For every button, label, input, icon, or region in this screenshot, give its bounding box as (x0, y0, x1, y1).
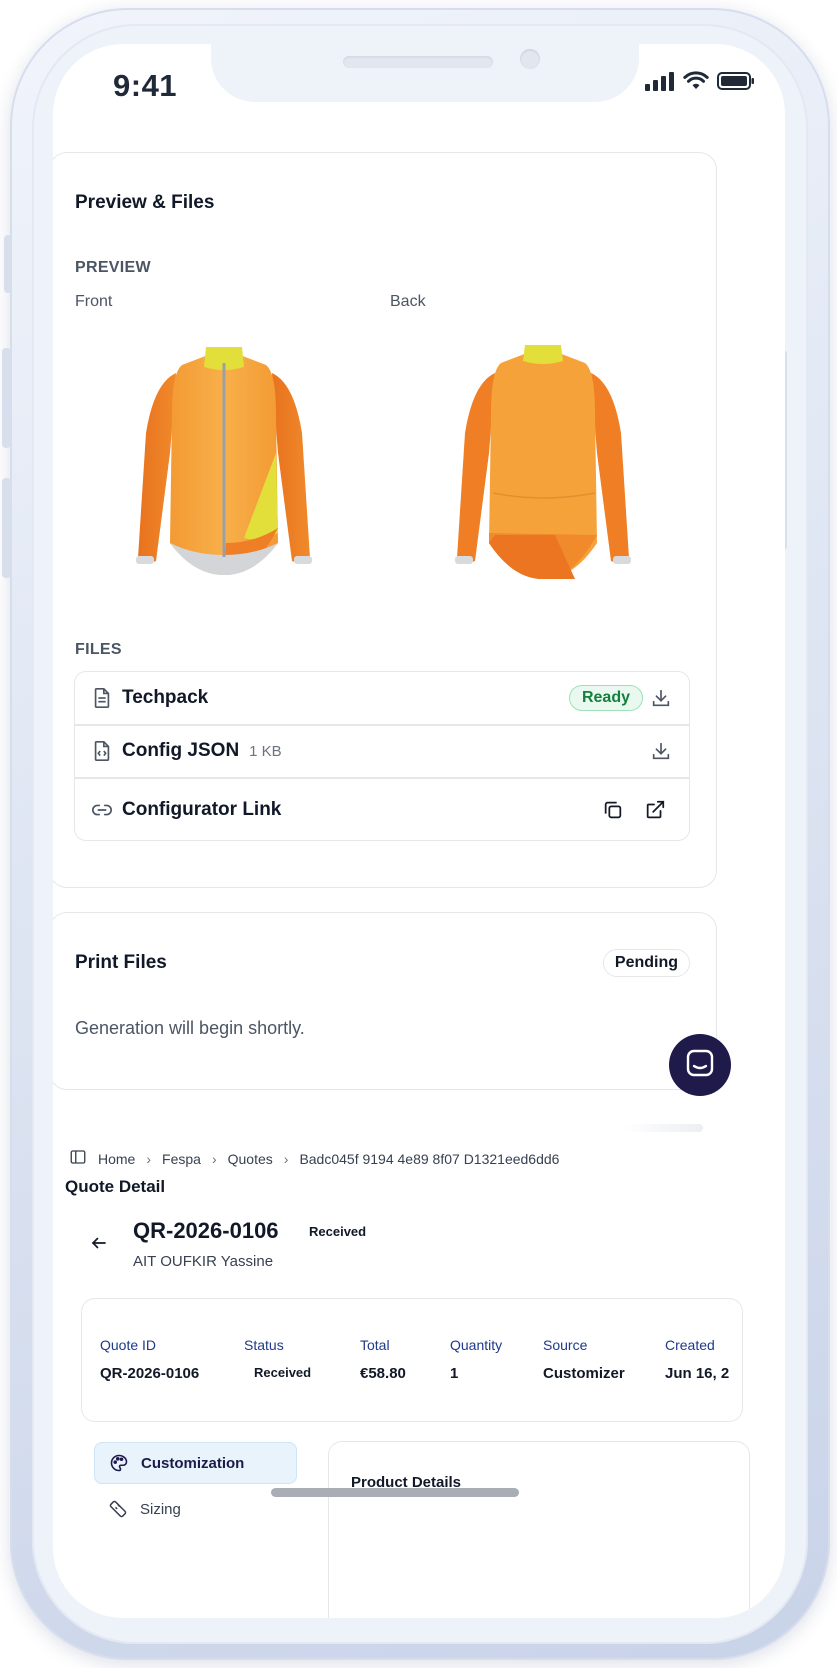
quote-summary-card: Quote ID QR-2026-0106 Status Received To… (81, 1298, 743, 1422)
summary-value: Customizer (543, 1365, 625, 1382)
summary-value: €58.80 (360, 1365, 406, 1382)
summary-value: Jun 16, 2 (665, 1365, 730, 1382)
file-row-techpack[interactable]: Techpack Ready (75, 672, 689, 724)
back-label: Back (390, 293, 426, 310)
customer-name: AIT OUFKIR Yassine (133, 1253, 274, 1270)
phone-volume-up (2, 348, 11, 448)
file-name-config-json-label: Config JSON (122, 740, 240, 761)
sidebar-toggle-icon[interactable] (69, 1148, 87, 1169)
breadcrumb-home[interactable]: Home (98, 1151, 135, 1167)
chevron-right-icon: › (211, 1150, 217, 1167)
status-time: 9:41 (113, 68, 178, 103)
breadcrumb: Home › Fespa › Quotes › Badc045f 9194 4e… (69, 1148, 559, 1169)
notch (211, 44, 639, 102)
battery-icon (717, 71, 755, 96)
chevron-right-icon: › (146, 1150, 152, 1167)
front-camera (520, 49, 540, 69)
summary-source: Source Customizer (543, 1337, 625, 1382)
print-files-message: Generation will begin shortly. (75, 1018, 305, 1038)
chat-button[interactable] (669, 1034, 731, 1096)
external-link-icon[interactable] (643, 798, 667, 822)
page-title: Quote Detail (65, 1177, 166, 1196)
summary-label: Quote ID (100, 1337, 157, 1353)
phone-screen: 9:41 Preview & Files PREVIEW Front Back (53, 44, 785, 1618)
status-icons (645, 71, 755, 96)
print-files-card: Print Files Pending Generation will begi… (53, 912, 717, 1090)
code-file-icon (91, 740, 113, 762)
quote-status-badge: Received (309, 1224, 367, 1239)
tab-label: Sizing (140, 1500, 181, 1518)
scroll-fade (623, 1124, 703, 1132)
file-row-configurator-link[interactable]: Configurator Link (75, 782, 689, 838)
preview-files-card: Preview & Files PREVIEW Front Back FILES… (53, 152, 717, 888)
summary-created: Created Jun 16, 2 (665, 1337, 729, 1382)
download-icon[interactable] (649, 739, 673, 763)
wifi-icon (683, 71, 709, 96)
document-icon (91, 687, 113, 709)
summary-value: Received (254, 1365, 312, 1380)
tab-sizing[interactable]: Sizing (94, 1494, 295, 1524)
summary-quote-id: Quote ID QR-2026-0106 (100, 1337, 199, 1382)
link-icon (91, 799, 113, 821)
product-details-card: Product Details (328, 1441, 750, 1618)
ruler-icon (108, 1499, 128, 1524)
files-section-label: FILES (75, 641, 122, 658)
jacket-back-image (455, 343, 631, 583)
status-badge-pending: Pending (602, 949, 690, 977)
tab-label: Customization (141, 1454, 245, 1472)
file-name-configurator-link: Configurator Link (122, 799, 282, 820)
speaker-grille (343, 56, 493, 68)
file-row-config-json[interactable]: Config JSON 1 KB (75, 725, 689, 777)
summary-status: Status Received (244, 1337, 311, 1380)
jacket-front-image (134, 343, 314, 583)
chevron-right-icon: › (283, 1150, 289, 1167)
file-name-techpack: Techpack (122, 687, 209, 708)
quote-number: QR-2026-0106 (133, 1218, 279, 1243)
breadcrumb-quotes[interactable]: Quotes (228, 1151, 273, 1167)
summary-label: Created (665, 1337, 715, 1353)
card-title-print-files: Print Files (75, 952, 167, 973)
summary-label: Quantity (450, 1337, 503, 1353)
preview-section-label: PREVIEW (75, 259, 151, 276)
summary-quantity: Quantity 1 (450, 1337, 502, 1382)
summary-label: Status (244, 1337, 284, 1353)
summary-value: 1 (450, 1365, 459, 1382)
home-indicator[interactable] (271, 1488, 519, 1497)
back-arrow-icon[interactable] (90, 1234, 108, 1257)
chat-icon (685, 1048, 715, 1083)
files-list: Techpack Ready Config JSON 1 KB Configur… (74, 671, 690, 841)
signal-icon (645, 71, 675, 96)
card-title-preview-files: Preview & Files (75, 192, 215, 213)
status-badge-ready: Ready (568, 685, 643, 711)
summary-value: QR-2026-0106 (100, 1365, 200, 1382)
front-label: Front (75, 293, 113, 310)
divider (75, 777, 689, 779)
summary-total: Total €58.80 (360, 1337, 406, 1382)
breadcrumb-fespa[interactable]: Fespa (162, 1151, 201, 1167)
summary-label: Source (543, 1337, 588, 1353)
file-name-config-json: Config JSON 1 KB (122, 740, 282, 762)
phone-side-button (4, 235, 12, 293)
summary-label: Total (360, 1337, 390, 1353)
palette-icon (109, 1453, 129, 1478)
file-size: 1 KB (249, 743, 282, 760)
phone-volume-down (2, 478, 11, 578)
copy-icon[interactable] (601, 798, 625, 822)
download-icon[interactable] (649, 686, 673, 710)
tab-customization[interactable]: Customization (94, 1442, 297, 1484)
breadcrumb-current: Badc045f 9194 4e89 8f07 D1321eed6dd6 (299, 1150, 560, 1167)
